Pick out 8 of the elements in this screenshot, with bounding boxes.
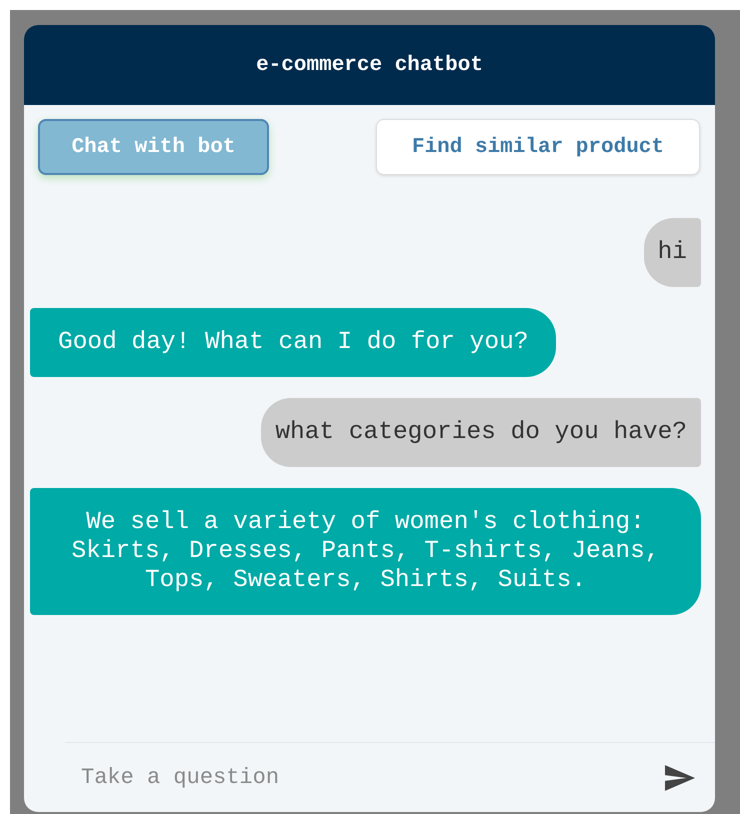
window-title: e-commerce chatbot: [256, 54, 483, 76]
send-icon[interactable]: [665, 764, 695, 790]
user-message: what categories do you have?: [261, 398, 701, 467]
tab[interactable]: Find similar product: [376, 119, 700, 175]
bot-message: Good day! What can I do for you?: [30, 308, 556, 377]
question-input[interactable]: Take a question: [79, 762, 665, 794]
user-message: hi: [644, 218, 701, 287]
bot-message: We sell a variety of women's clothing: Skirts, Dresses, Pants, T-shirts, Jeans, Tops, Sweaters, Shirts, Suits.: [30, 488, 701, 615]
